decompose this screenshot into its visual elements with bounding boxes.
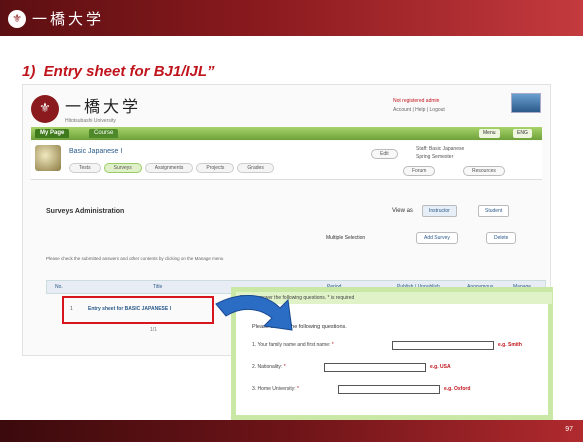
course-image [35, 145, 61, 171]
course-name[interactable]: Basic Japanese I [69, 148, 122, 155]
view-student-button[interactable]: Student [478, 205, 510, 217]
nav-bar: My Page Course Menu ENG [31, 127, 542, 140]
site-name: 一橋大学 [65, 97, 142, 116]
slide-title: 1) Entry sheet for BJ1/IJL” [22, 63, 215, 80]
university-emblem-icon: ⚜ [8, 9, 26, 28]
surveys-admin-title: Surveys Administration [46, 208, 125, 215]
course-staff: Staff: Basic Japanese [416, 146, 465, 152]
tab-my-page[interactable]: My Page [35, 129, 70, 138]
slide-header-bar: ⚜ 一橋大学 [0, 0, 583, 36]
user-photo [511, 93, 541, 113]
row-extra: 1/1 [150, 327, 157, 333]
row-number: 1 [70, 306, 73, 312]
login-info: Not registered admin Account | Help | Lo… [393, 97, 445, 115]
callout-arrow-icon [215, 294, 293, 331]
site-subtitle: Hitotsubashi University [65, 118, 116, 124]
nationality-field[interactable] [324, 363, 426, 372]
university-name: 一橋大学 [32, 10, 105, 28]
tab-tests[interactable]: Tests [69, 163, 101, 173]
course-semester: Spring Semester [416, 154, 454, 160]
question-university-label: 3. Home University: [252, 386, 296, 392]
site-logo: ⚜ 一橋大学 Hitotsubashi University [31, 93, 141, 124]
required-mark: * [297, 386, 299, 392]
multiple-selection-label[interactable]: Multiple Selection [326, 235, 365, 241]
menu-button[interactable]: Menu [479, 129, 500, 138]
tab-projects[interactable]: Projects [196, 163, 235, 173]
column-title[interactable]: Title [153, 284, 162, 290]
resources-button[interactable]: Resources [463, 166, 505, 176]
login-status: Not registered admin [393, 98, 440, 104]
university-field[interactable] [338, 385, 440, 394]
add-survey-button[interactable]: Add Survey [416, 232, 458, 244]
arrow-shape [215, 294, 293, 331]
university-logo: ⚜ 一橋大学 [8, 8, 104, 29]
tab-grades[interactable]: Grades [237, 163, 274, 173]
name-field[interactable] [392, 341, 494, 350]
language-button[interactable]: ENG [513, 129, 532, 138]
tab-surveys[interactable]: Surveys [103, 163, 142, 173]
question-nationality-label: 2. Nationality: [252, 364, 283, 370]
site-emblem-icon: ⚜ [31, 94, 59, 123]
question-nationality: 2. Nationality: * [252, 364, 286, 370]
required-mark: * [283, 364, 286, 370]
forum-button[interactable]: Forum [403, 166, 436, 176]
page-number: 97 [565, 426, 573, 433]
account-links[interactable]: Account | Help | Logout [393, 106, 445, 115]
slide-footer-bar: 97 [0, 420, 583, 442]
question-university: 3. Home University: * [252, 386, 299, 392]
instruction-text: Please check the submitted answers and o… [46, 256, 224, 261]
view-as-label: View as [392, 208, 413, 214]
nationality-example: e.g. USA [430, 364, 451, 370]
course-tabs: Tests Surveys Assignments Projects Grade… [69, 163, 274, 173]
tab-assignments[interactable]: Assignments [144, 163, 194, 173]
view-instructor-button[interactable]: Instructor [422, 205, 457, 217]
tab-course[interactable]: Course [89, 129, 119, 138]
required-mark: * [331, 342, 334, 348]
edit-button[interactable]: Edit [371, 149, 398, 159]
course-info: Staff: Basic Japanese Spring Semester [416, 145, 464, 161]
name-example: e.g. Smith [498, 342, 522, 348]
course-panel: Basic Japanese I Tests Surveys Assignmen… [31, 141, 542, 180]
university-example: e.g. Oxford [444, 386, 471, 392]
column-no[interactable]: No. [55, 284, 63, 290]
delete-button[interactable]: Delete [486, 232, 517, 244]
question-name-label: 1. Your family name and first name: [252, 342, 331, 348]
survey-link[interactable]: Entry sheet for BASIC JAPANESE I [88, 306, 171, 312]
question-name: 1. Your family name and first name: * [252, 342, 334, 348]
